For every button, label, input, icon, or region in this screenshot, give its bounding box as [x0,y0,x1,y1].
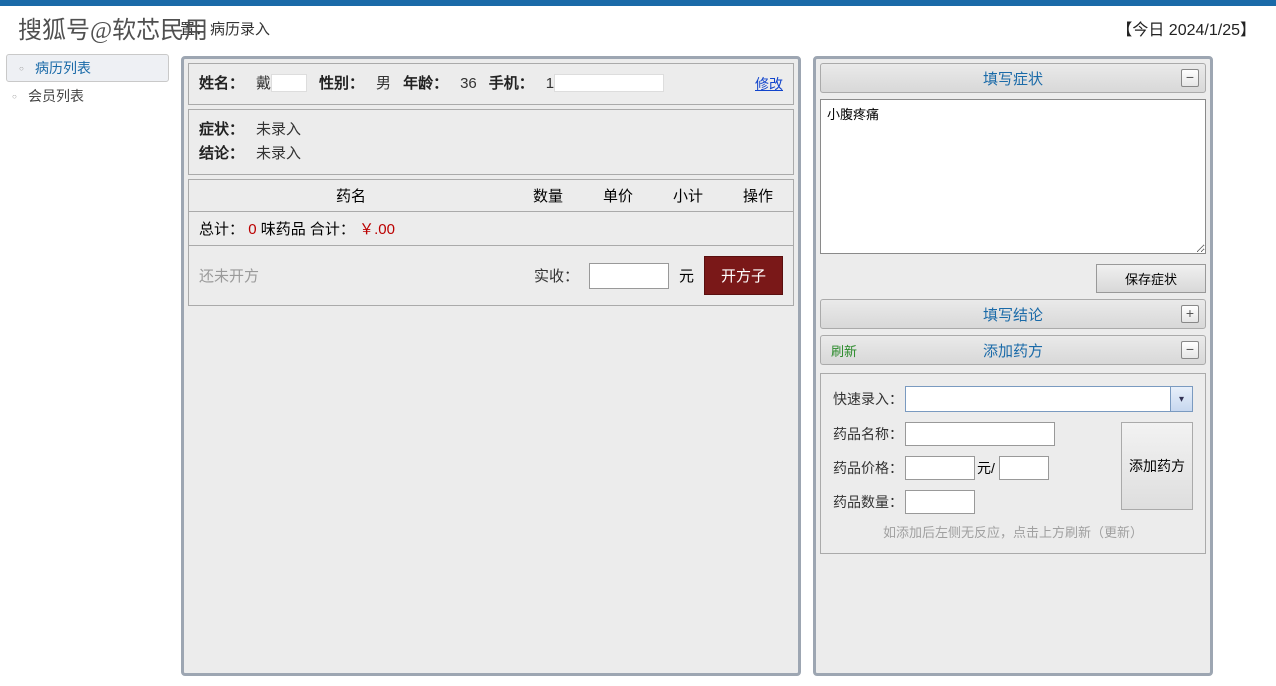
th-name: 药名 [189,180,513,211]
conclusion-section-header: 填写结论 + [820,299,1206,329]
watermark-text: 搜狐号@软芯民用 [18,10,208,45]
received-label: 实收： [534,265,579,286]
symptom-value: 未录入 [256,118,301,142]
record-panel: 姓名： 戴 性别： 男 年龄： 36 手机： 1 修改 症状： 未录入 结论： [181,56,801,676]
collapse-icon[interactable]: − [1181,69,1199,87]
th-qty: 数量 [513,180,583,211]
refresh-link[interactable]: 刷新 [831,341,857,360]
name-label: 姓名： [199,72,244,96]
phone-value: 1 [546,72,664,96]
med-price-input[interactable] [905,456,975,480]
sidebar-item-members[interactable]: 会员列表 [0,82,175,110]
rx-form-header: 刷新 添加药方 − [820,335,1206,365]
th-sub: 小计 [653,180,723,211]
age-label: 年龄： [403,72,448,96]
rx-hint: 如添加后左侧无反应，点击上方刷新（更新） [833,522,1193,541]
med-name-label: 药品名称： [833,424,905,444]
conclusion-label: 结论： [199,142,244,166]
name-value: 戴 [256,72,307,96]
med-qty-input[interactable] [905,490,975,514]
med-price-label: 药品价格： [833,458,905,478]
price-unit: 元/ [977,458,995,478]
phone-label: 手机： [489,72,534,96]
sidebar: 病历列表 会员列表 [0,50,175,686]
modify-link[interactable]: 修改 [755,72,783,96]
open-rx-button[interactable]: 开方子 [704,256,783,295]
quick-entry-label: 快速录入： [833,389,905,409]
symptom-section-header: 填写症状 − [820,63,1206,93]
gender-value: 男 [376,72,391,96]
expand-icon[interactable]: + [1181,305,1199,323]
symptom-textarea[interactable] [820,99,1206,254]
rx-form: 快速录入： ▾ 药品名称： 药品价格： 元/ [820,373,1206,554]
add-rx-button[interactable]: 添加药方 [1121,422,1193,510]
today-date: 【今日 2024/1/25】 [1116,16,1256,40]
symptom-label: 症状： [199,118,244,142]
save-symptom-button[interactable]: 保存症状 [1096,264,1206,293]
med-name-input[interactable] [905,422,1055,446]
med-unit-input[interactable] [999,456,1049,480]
age-value: 36 [460,72,477,96]
med-qty-label: 药品数量： [833,492,905,512]
sidebar-item-records[interactable]: 病历列表 [6,54,169,82]
received-unit: 元 [679,265,694,286]
rx-summary: 总计： 0 味药品 合计： ￥.00 [188,211,794,246]
collapse-icon[interactable]: − [1181,341,1199,359]
received-input[interactable] [589,263,669,289]
th-op: 操作 [723,180,793,211]
th-price: 单价 [583,180,653,211]
conclusion-value: 未录入 [256,142,301,166]
quick-entry-dropdown[interactable]: ▾ [905,386,1193,412]
chevron-down-icon[interactable]: ▾ [1170,387,1192,411]
gender-label: 性别： [319,72,364,96]
rx-empty-text: 还未开方 [199,265,524,286]
rx-table-header: 药名 数量 单价 小计 操作 [188,179,794,211]
